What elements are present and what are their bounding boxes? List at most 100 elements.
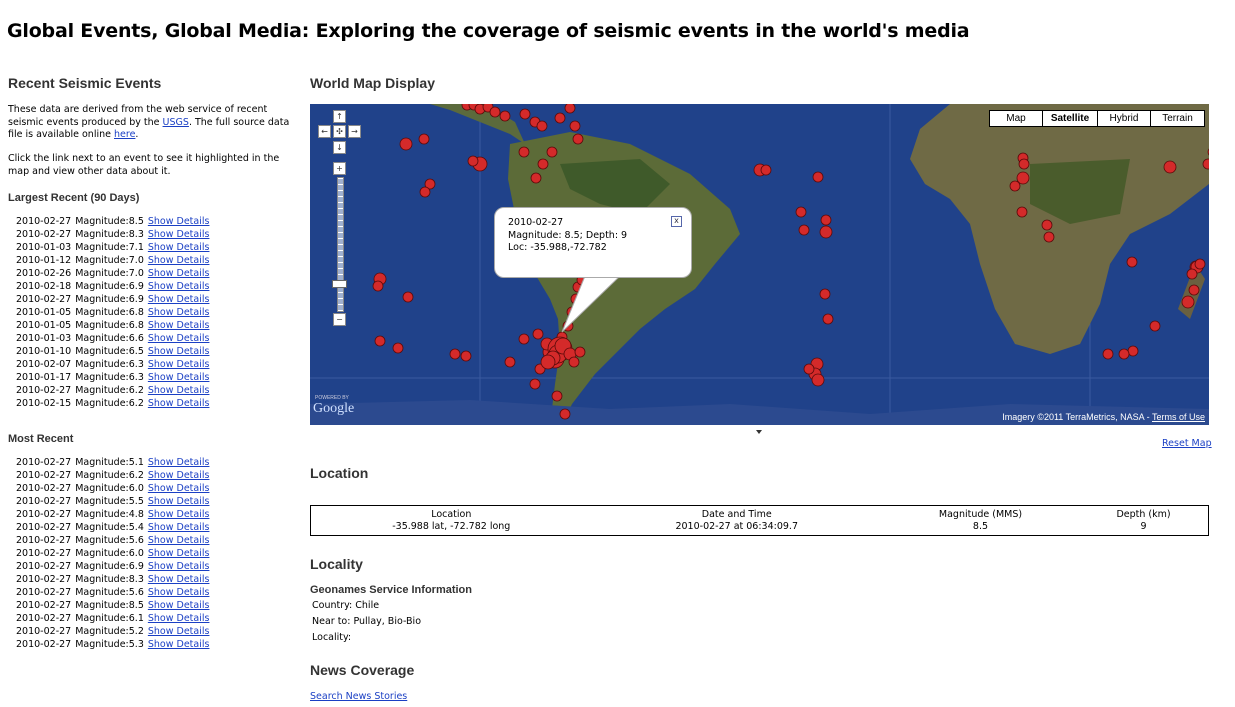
show-details-link[interactable]: Show Details [148, 242, 210, 253]
quake-marker[interactable] [819, 225, 833, 239]
quake-marker[interactable] [811, 373, 825, 387]
quake-marker[interactable] [518, 146, 530, 158]
close-icon[interactable]: x [671, 216, 682, 227]
quake-marker[interactable] [822, 313, 834, 325]
show-details-link[interactable]: Show Details [148, 372, 210, 383]
quake-marker[interactable] [559, 408, 571, 420]
quake-marker[interactable] [518, 333, 530, 345]
quake-marker[interactable] [460, 350, 472, 362]
quake-marker[interactable] [1127, 345, 1139, 357]
quake-marker[interactable] [1188, 284, 1200, 296]
zoom-in-icon[interactable]: + [333, 162, 346, 175]
quake-marker[interactable] [1009, 180, 1021, 192]
quake-marker[interactable] [1118, 348, 1130, 360]
quake-marker[interactable] [529, 378, 541, 390]
show-details-link[interactable]: Show Details [148, 268, 210, 279]
quake-marker[interactable] [1041, 219, 1053, 231]
quake-marker[interactable] [760, 164, 772, 176]
search-news-link[interactable]: Search News Stories [310, 691, 407, 702]
show-details-link[interactable]: Show Details [148, 496, 210, 507]
quake-marker[interactable] [399, 137, 413, 151]
quake-marker[interactable] [1102, 348, 1114, 360]
quake-marker[interactable] [1018, 158, 1030, 170]
quake-marker[interactable] [1186, 268, 1198, 280]
pan-up-icon[interactable]: ↑ [333, 110, 346, 123]
show-details-link[interactable]: Show Details [148, 548, 210, 559]
quake-marker[interactable] [803, 363, 815, 375]
zoom-out-icon[interactable]: − [333, 313, 346, 326]
quake-marker[interactable] [489, 106, 501, 118]
quake-marker[interactable] [374, 335, 386, 347]
map-expand-arrow-icon[interactable] [756, 430, 762, 434]
quake-marker[interactable] [554, 112, 566, 124]
quake-marker[interactable] [574, 346, 586, 358]
quake-marker[interactable] [812, 171, 824, 183]
zoom-slider-handle[interactable] [332, 280, 347, 288]
quake-marker[interactable] [1016, 206, 1028, 218]
quake-marker[interactable] [532, 328, 544, 340]
show-details-link[interactable]: Show Details [148, 359, 210, 370]
quake-marker[interactable] [419, 186, 431, 198]
show-details-link[interactable]: Show Details [148, 281, 210, 292]
reset-map-link[interactable]: Reset Map [1162, 438, 1212, 449]
show-details-link[interactable]: Show Details [148, 346, 210, 357]
show-details-link[interactable]: Show Details [148, 470, 210, 481]
show-details-link[interactable]: Show Details [148, 535, 210, 546]
show-details-link[interactable]: Show Details [148, 398, 210, 409]
quake-marker[interactable] [570, 293, 582, 305]
show-details-link[interactable]: Show Details [148, 294, 210, 305]
map-type-satellite-button[interactable]: Satellite [1042, 110, 1098, 127]
quake-marker[interactable] [418, 133, 430, 145]
quake-marker[interactable] [1194, 258, 1206, 270]
quake-marker[interactable] [392, 342, 404, 354]
quake-marker[interactable] [562, 320, 574, 332]
show-details-link[interactable]: Show Details [148, 626, 210, 637]
show-details-link[interactable]: Show Details [148, 587, 210, 598]
usgs-link[interactable]: USGS [163, 117, 189, 128]
quake-marker[interactable] [546, 146, 558, 158]
pan-center-icon[interactable]: ✣ [333, 125, 346, 138]
quake-marker[interactable] [402, 291, 414, 303]
show-details-link[interactable]: Show Details [148, 600, 210, 611]
quake-marker[interactable] [572, 133, 584, 145]
google-logo[interactable]: Google [313, 401, 354, 417]
zoom-slider-track[interactable] [337, 177, 344, 312]
quake-marker[interactable] [1043, 231, 1055, 243]
quake-marker[interactable] [569, 120, 581, 132]
terms-of-use-link[interactable]: Terms of Use [1152, 412, 1205, 422]
quake-marker[interactable] [504, 356, 516, 368]
show-details-link[interactable]: Show Details [148, 509, 210, 520]
show-details-link[interactable]: Show Details [148, 320, 210, 331]
quake-marker[interactable] [820, 214, 832, 226]
quake-marker[interactable] [551, 390, 563, 402]
map-type-hybrid-button[interactable]: Hybrid [1097, 110, 1151, 127]
quake-marker[interactable] [499, 110, 511, 122]
show-details-link[interactable]: Show Details [148, 333, 210, 344]
pan-down-icon[interactable]: ↓ [333, 141, 346, 154]
map-type-terrain-button[interactable]: Terrain [1150, 110, 1205, 127]
quake-marker[interactable] [449, 348, 461, 360]
quake-marker[interactable] [537, 158, 549, 170]
pan-right-icon[interactable]: → [348, 125, 361, 138]
quake-marker[interactable] [798, 224, 810, 236]
show-details-link[interactable]: Show Details [148, 229, 210, 240]
show-details-link[interactable]: Show Details [148, 639, 210, 650]
quake-marker[interactable] [467, 155, 479, 167]
show-details-link[interactable]: Show Details [148, 522, 210, 533]
quake-marker[interactable] [530, 172, 542, 184]
source-file-link[interactable]: here [114, 129, 135, 140]
show-details-link[interactable]: Show Details [148, 483, 210, 494]
pan-left-icon[interactable]: ← [318, 125, 331, 138]
show-details-link[interactable]: Show Details [148, 457, 210, 468]
show-details-link[interactable]: Show Details [148, 385, 210, 396]
quake-marker[interactable] [566, 306, 578, 318]
quake-marker[interactable] [1126, 256, 1138, 268]
quake-marker[interactable] [795, 206, 807, 218]
quake-marker[interactable] [1181, 295, 1195, 309]
quake-marker[interactable] [372, 280, 384, 292]
show-details-link[interactable]: Show Details [148, 561, 210, 572]
quake-marker[interactable] [536, 120, 548, 132]
show-details-link[interactable]: Show Details [148, 613, 210, 624]
quake-marker[interactable] [540, 354, 556, 370]
quake-marker[interactable] [819, 288, 831, 300]
